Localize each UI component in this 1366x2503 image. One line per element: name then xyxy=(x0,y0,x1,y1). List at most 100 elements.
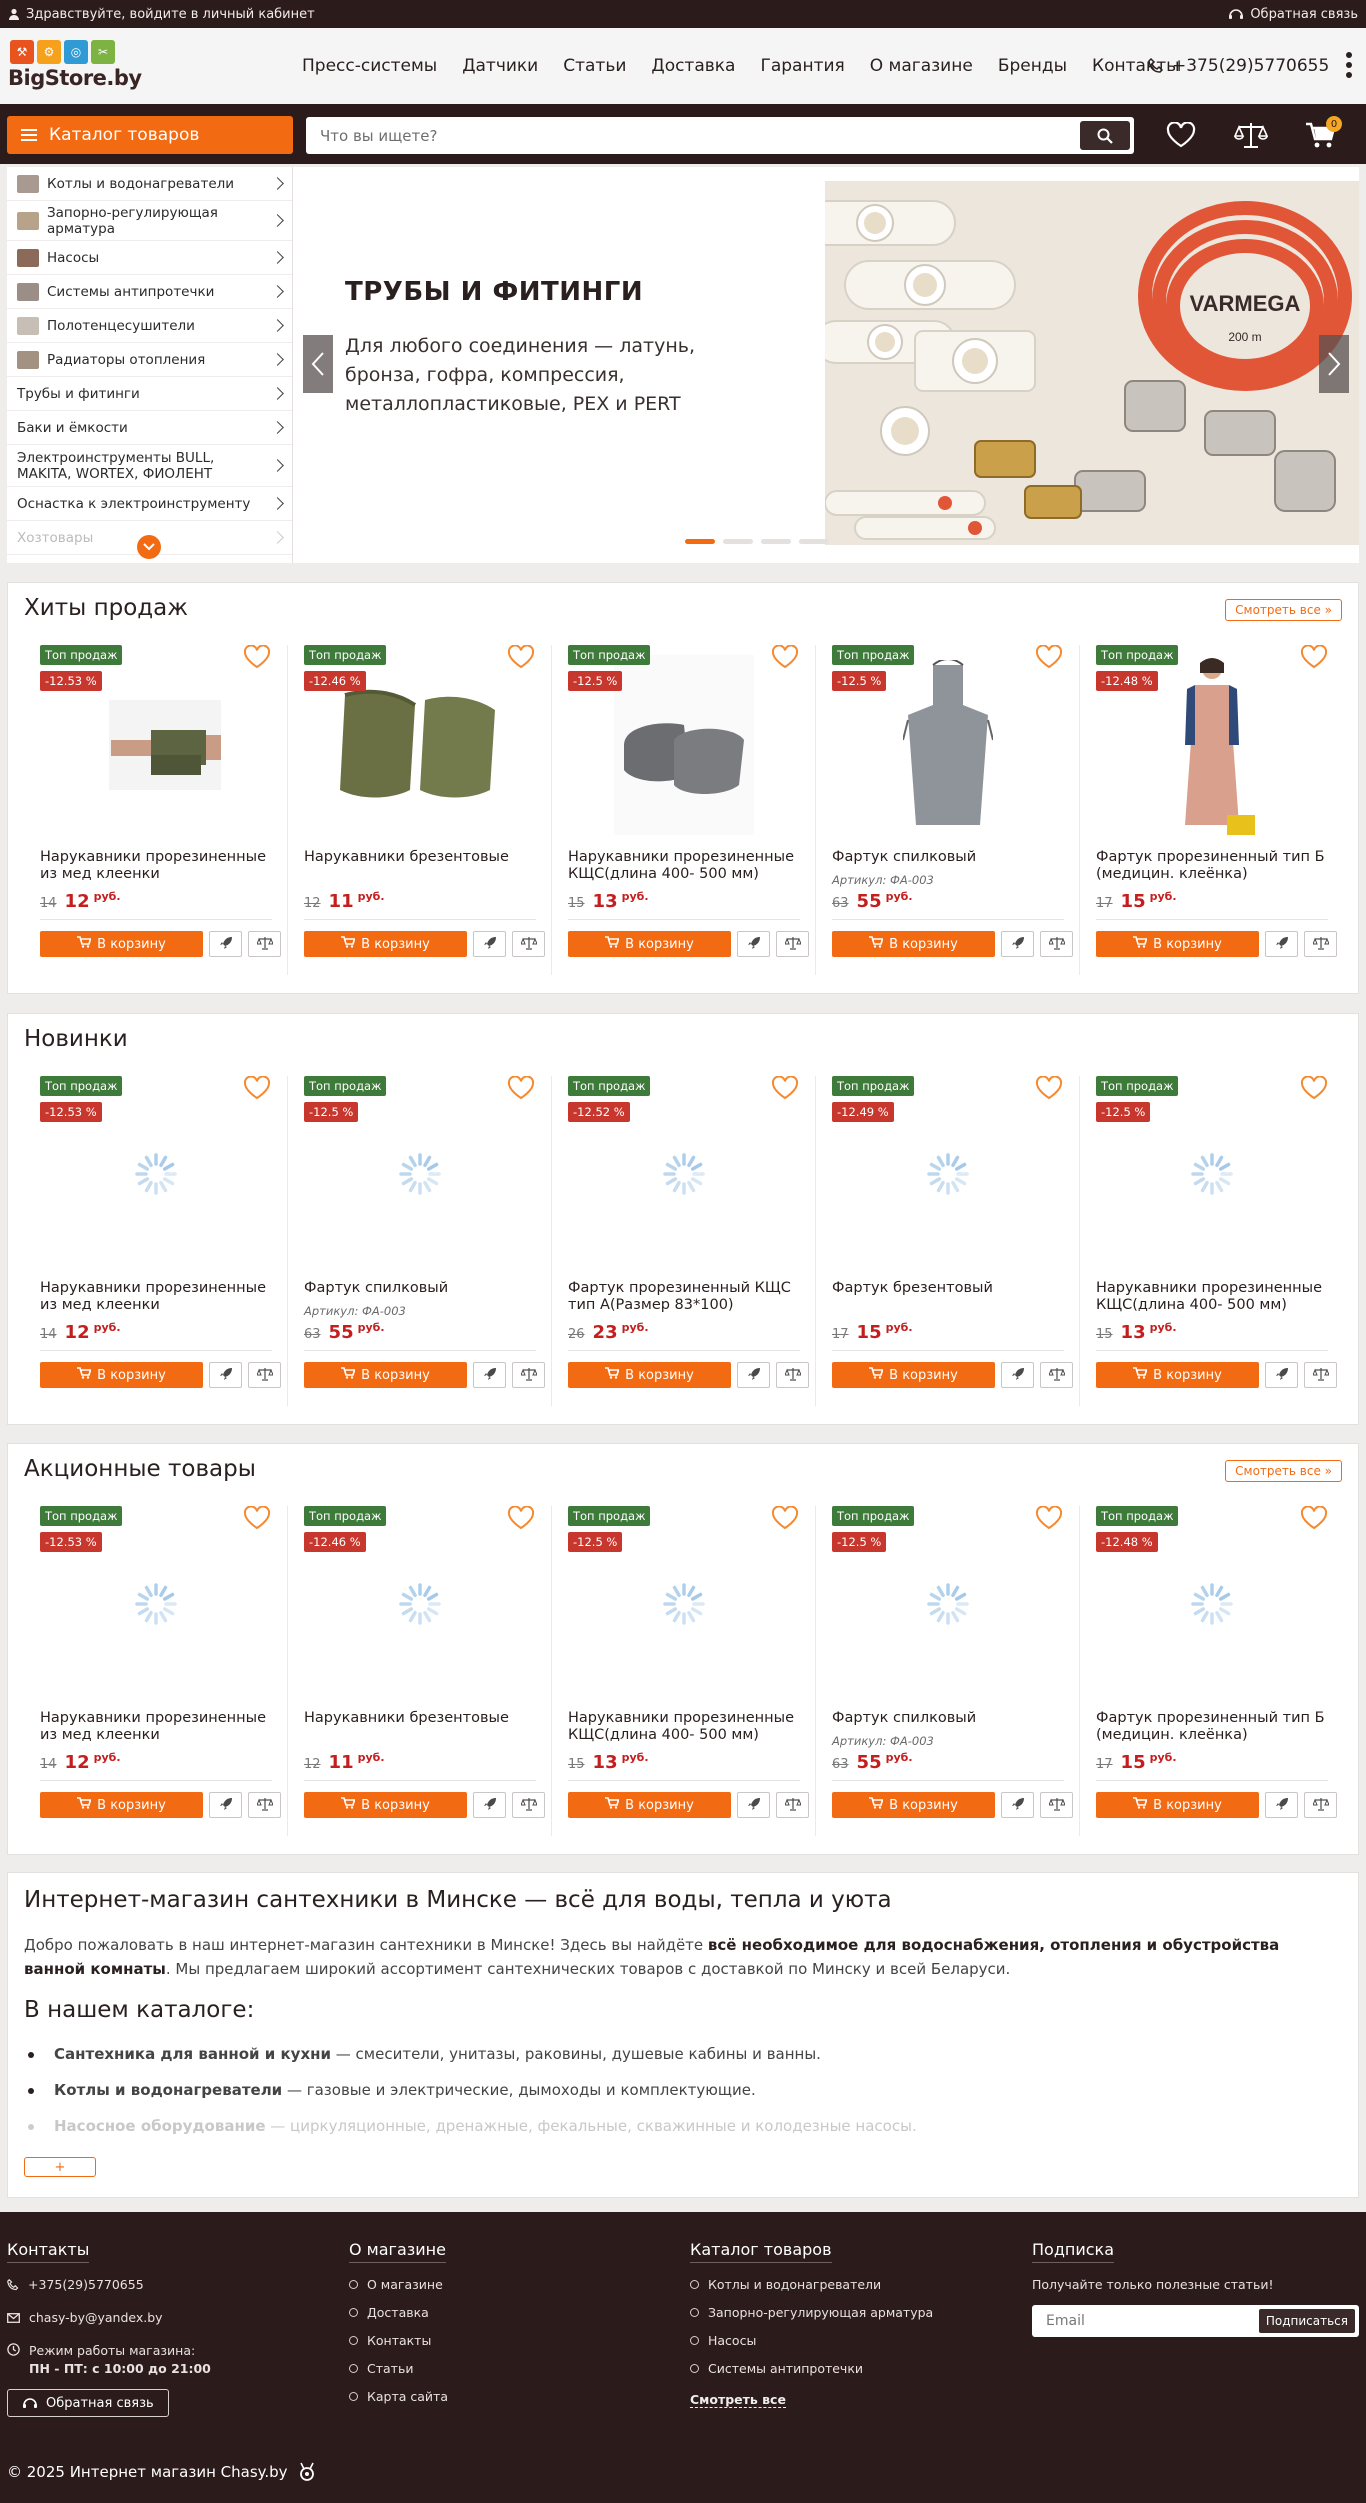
quick-order-button[interactable] xyxy=(473,931,506,957)
add-to-cart-button[interactable]: В корзину xyxy=(568,1792,731,1818)
add-to-cart-button[interactable]: В корзину xyxy=(40,1792,203,1818)
slider-dot[interactable] xyxy=(685,539,715,544)
compare-product-button[interactable] xyxy=(776,1792,809,1818)
slider-dot[interactable] xyxy=(799,539,829,544)
product-card[interactable]: Топ продаж -12.46 % Нарукавники брезентовы… xyxy=(288,1505,552,1836)
favorites-button[interactable] xyxy=(1162,120,1200,150)
login-link[interactable]: Здравствуйте, войдите в личный кабинет xyxy=(8,7,315,22)
compare-product-button[interactable] xyxy=(1304,1362,1337,1388)
footer-link[interactable]: Запорно-регулирующая арматура xyxy=(690,2305,933,2320)
quick-order-button[interactable] xyxy=(473,1362,506,1388)
product-card[interactable]: Топ продаж -12.52 % Фартук прорезиненный К… xyxy=(552,1075,816,1406)
product-name[interactable]: Фартук прорезиненный КЩС тип А(Размер 83… xyxy=(568,1280,800,1314)
quick-order-button[interactable] xyxy=(737,931,770,957)
product-name[interactable]: Фартук брезентовый xyxy=(832,1280,1064,1297)
slider-dot[interactable] xyxy=(761,539,791,544)
compare-product-button[interactable] xyxy=(776,1362,809,1388)
add-to-cart-button[interactable]: В корзину xyxy=(1096,1362,1259,1388)
heart-icon[interactable] xyxy=(771,1075,799,1100)
product-card[interactable]: Топ продаж -12.53 % Нарукавники прорезинен… xyxy=(24,1075,288,1406)
seo-expand-button[interactable]: + xyxy=(24,2157,96,2177)
search-input[interactable]: Что вы ищете? xyxy=(306,117,1134,154)
product-card[interactable]: Топ продаж -12.53 % Нарукавники прорезинен… xyxy=(24,1505,288,1836)
compare-product-button[interactable] xyxy=(1304,1792,1337,1818)
footer-catalog-see-all[interactable]: Смотреть все xyxy=(690,2392,786,2408)
site-logo[interactable]: ⚒ ⚙ ◎ ✂ BigStore.by xyxy=(8,38,142,94)
nav-link-delivery[interactable]: Доставка xyxy=(651,56,735,76)
add-to-cart-button[interactable]: В корзину xyxy=(568,931,731,957)
quick-order-button[interactable] xyxy=(209,931,242,957)
quick-order-button[interactable] xyxy=(209,1362,242,1388)
compare-product-button[interactable] xyxy=(1304,931,1337,957)
heart-icon[interactable] xyxy=(1035,1075,1063,1100)
heart-icon[interactable] xyxy=(507,644,535,669)
footer-link[interactable]: Статьи xyxy=(349,2361,448,2376)
heart-icon[interactable] xyxy=(243,1075,271,1100)
compare-product-button[interactable] xyxy=(512,1362,545,1388)
product-name[interactable]: Нарукавники прорезиненные из мед клеенки xyxy=(40,849,272,883)
compare-button[interactable] xyxy=(1232,120,1270,150)
heart-icon[interactable] xyxy=(507,1075,535,1100)
product-card[interactable]: Топ продаж -12.48 % Фартук прорезиненный т… xyxy=(1080,644,1344,975)
nav-link-articles[interactable]: Статьи xyxy=(563,56,626,76)
footer-link[interactable]: Котлы и водонагреватели xyxy=(690,2277,933,2292)
footer-link[interactable]: Насосы xyxy=(690,2333,933,2348)
sidebar-item-pipes[interactable]: Трубы и фитинги xyxy=(7,377,292,411)
footer-email[interactable]: chasy-by@yandex.by xyxy=(7,2310,211,2325)
add-to-cart-button[interactable]: В корзину xyxy=(1096,931,1259,957)
sidebar-item-leak-protection[interactable]: Системы антипротечки xyxy=(7,275,292,309)
product-card[interactable]: Топ продаж -12.5 % Нарукавники прорезиненн… xyxy=(552,1505,816,1836)
add-to-cart-button[interactable]: В корзину xyxy=(40,931,203,957)
product-name[interactable]: Нарукавники прорезиненные КЩС(длина 400-… xyxy=(568,849,800,883)
heart-icon[interactable] xyxy=(1035,644,1063,669)
sidebar-item-valves[interactable]: Запорно-регулирующая арматура xyxy=(7,201,292,241)
add-to-cart-button[interactable]: В корзину xyxy=(304,1362,467,1388)
heart-icon[interactable] xyxy=(1035,1505,1063,1530)
product-card[interactable]: Топ продаж -12.5 % Нарукавники прорезиненн… xyxy=(1080,1075,1344,1406)
expand-sidebar-button[interactable] xyxy=(137,535,161,559)
nav-link-press[interactable]: Пресс-системы xyxy=(302,56,437,76)
quick-order-button[interactable] xyxy=(1001,1362,1034,1388)
add-to-cart-button[interactable]: В корзину xyxy=(40,1362,203,1388)
product-name[interactable]: Фартук спилковый xyxy=(832,849,1064,866)
more-menu-icon[interactable] xyxy=(1346,52,1352,78)
quick-order-button[interactable] xyxy=(737,1362,770,1388)
callback-link[interactable]: Обратная связь xyxy=(1228,7,1358,22)
footer-callback-button[interactable]: Обратная связь xyxy=(7,2389,169,2417)
product-name[interactable]: Фартук спилковый xyxy=(304,1280,536,1297)
heart-icon[interactable] xyxy=(1300,1505,1328,1530)
heart-icon[interactable] xyxy=(771,1505,799,1530)
quick-order-button[interactable] xyxy=(1265,931,1298,957)
add-to-cart-button[interactable]: В корзину xyxy=(304,931,467,957)
product-name[interactable]: Нарукавники прорезиненные КЩС(длина 400-… xyxy=(568,1710,800,1744)
product-name[interactable]: Нарукавники прорезиненные КЩС(длина 400-… xyxy=(1096,1280,1328,1314)
sidebar-item-pumps[interactable]: Насосы xyxy=(7,241,292,275)
slider-prev-button[interactable] xyxy=(303,335,333,393)
product-name[interactable]: Нарукавники брезентовые xyxy=(304,1710,536,1727)
compare-product-button[interactable] xyxy=(512,931,545,957)
product-card[interactable]: Топ продаж -12.53 % Нарукавники прорезинен… xyxy=(24,644,288,975)
quick-order-button[interactable] xyxy=(1265,1362,1298,1388)
sidebar-item-tanks[interactable]: Баки и ёмкости xyxy=(7,411,292,445)
product-card[interactable]: Топ продаж -12.5 % Нарукавники прорезиненн… xyxy=(552,644,816,975)
product-card[interactable]: Топ продаж -12.48 % Фартук прорезиненный т… xyxy=(1080,1505,1344,1836)
see-all-button[interactable]: Смотреть все » xyxy=(1225,1460,1342,1482)
footer-link[interactable]: Системы антипротечки xyxy=(690,2361,933,2376)
quick-order-button[interactable] xyxy=(473,1792,506,1818)
quick-order-button[interactable] xyxy=(737,1792,770,1818)
cart-button[interactable]: 0 xyxy=(1302,116,1342,150)
nav-link-about[interactable]: О магазине xyxy=(870,56,973,76)
header-phone[interactable]: +375(29)5770655 xyxy=(1148,56,1329,76)
quick-order-button[interactable] xyxy=(1001,931,1034,957)
compare-product-button[interactable] xyxy=(248,1792,281,1818)
slider-dot[interactable] xyxy=(723,539,753,544)
product-card[interactable]: Топ продаж -12.5 % Фартук спилковый Артикул… xyxy=(288,1075,552,1406)
footer-phone[interactable]: +375(29)5770655 xyxy=(7,2277,211,2292)
quick-order-button[interactable] xyxy=(1001,1792,1034,1818)
product-name[interactable]: Фартук прорезиненный тип Б (медицин. кле… xyxy=(1096,1710,1328,1744)
footer-link[interactable]: Карта сайта xyxy=(349,2389,448,2404)
search-button[interactable] xyxy=(1080,121,1130,150)
heart-icon[interactable] xyxy=(771,644,799,669)
nav-link-warranty[interactable]: Гарантия xyxy=(760,56,844,76)
product-card[interactable]: Топ продаж -12.46 % Нарукавники брезентовы… xyxy=(288,644,552,975)
